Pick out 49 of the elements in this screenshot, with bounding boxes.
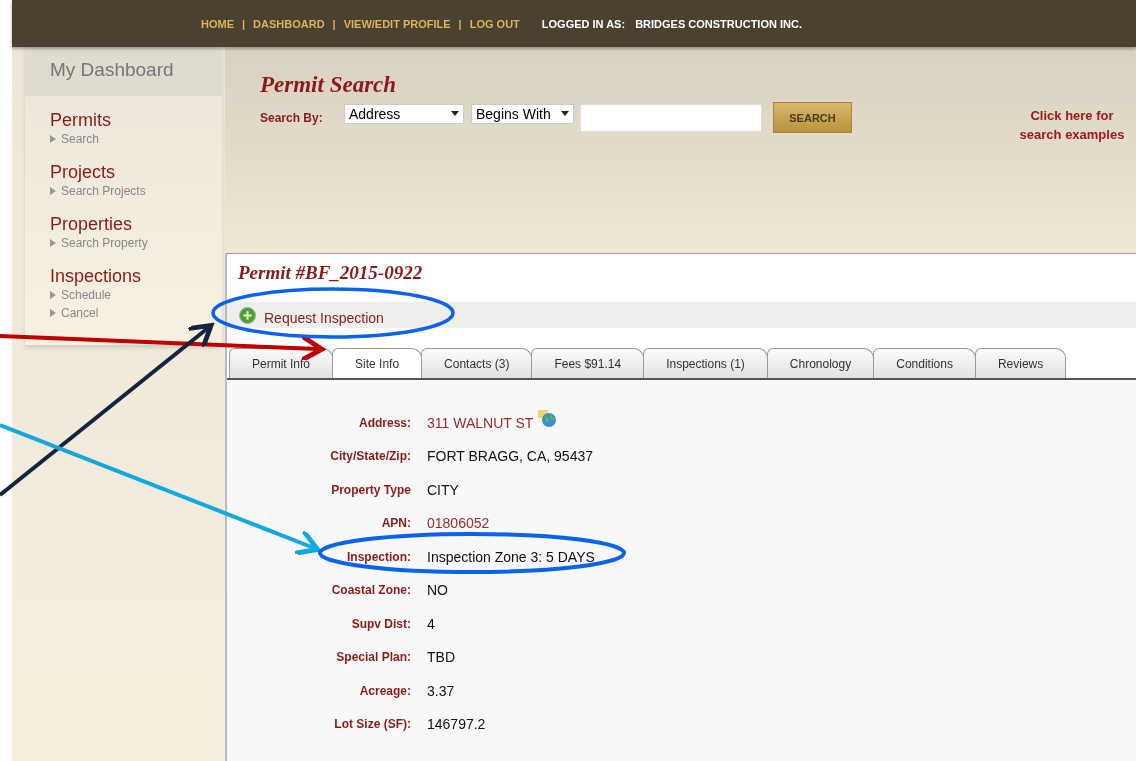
- user-name: BRIDGES CONSTRUCTION INC.: [635, 17, 802, 30]
- logged-in-label: LOGGED IN AS:: [541, 17, 626, 30]
- field-label: Coastal Zone:: [331, 583, 411, 598]
- tab[interactable]: Permit Info: [229, 348, 334, 378]
- field-value: NO: [427, 582, 448, 599]
- nav-link[interactable]: DASHBOARD: [253, 17, 325, 30]
- nav-separator: |: [332, 17, 336, 30]
- nav-separator: |: [242, 17, 246, 30]
- search-button[interactable]: SEARCH: [773, 102, 852, 133]
- field-value: CITY: [427, 481, 459, 498]
- nav-separator: |: [458, 17, 462, 30]
- sidebar-section-link[interactable]: Properties: [50, 214, 222, 234]
- field-label: Address:: [359, 415, 411, 430]
- tab[interactable]: Chronology: [766, 348, 875, 378]
- field-label: Special Plan:: [336, 650, 411, 665]
- sidebar-section-link[interactable]: Inspections: [50, 266, 222, 286]
- nav-link[interactable]: LOG OUT: [469, 17, 520, 30]
- permit-title: Permit #BF_2015-0922: [237, 261, 424, 285]
- page-title: Permit Search: [260, 72, 398, 98]
- field-value: 146797.2: [427, 716, 486, 733]
- search-by-label: Search By:: [260, 110, 324, 125]
- match-dropdown[interactable]: Begins With: [471, 103, 574, 124]
- field-label: Supv Dist:: [351, 616, 411, 631]
- sidebar-title: My Dashboard: [25, 47, 222, 96]
- sidebar-section-link[interactable]: Projects: [50, 162, 222, 182]
- request-inspection-link[interactable]: Request Inspection: [264, 310, 384, 326]
- nav-link[interactable]: HOME: [201, 17, 234, 30]
- field-label: City/State/Zip:: [330, 449, 411, 464]
- field-value-link[interactable]: 01806052: [427, 515, 490, 532]
- search-examples-link[interactable]: Click here for search examples: [1012, 106, 1132, 253]
- field-label: Inspection:: [347, 549, 411, 564]
- tab[interactable]: Inspections (1): [643, 348, 768, 378]
- field-value: 4: [427, 615, 435, 632]
- field-label: Lot Size (SF):: [334, 717, 411, 732]
- nav-link[interactable]: VIEW/EDIT PROFILE: [343, 17, 451, 30]
- field-value: FORT BRAGG, CA, 95437: [427, 448, 593, 465]
- field-value: 3.37: [427, 682, 455, 699]
- field-label: Acreage:: [359, 683, 411, 698]
- field-value-link[interactable]: 311 WALNUT ST: [427, 414, 534, 431]
- tab[interactable]: Fees $91.14: [531, 348, 645, 378]
- field-value: TBD: [427, 649, 455, 666]
- sidebar-section-link[interactable]: Permits: [50, 110, 222, 130]
- field-label: Property Type: [331, 482, 411, 497]
- tab[interactable]: Contacts (3): [421, 348, 533, 378]
- tab[interactable]: Conditions: [873, 348, 976, 378]
- field-label: APN:: [381, 516, 411, 531]
- field-dropdown[interactable]: Address: [344, 103, 464, 124]
- tab[interactable]: Reviews: [974, 348, 1067, 378]
- field-value: Inspection Zone 3: 5 DAYS: [427, 548, 595, 565]
